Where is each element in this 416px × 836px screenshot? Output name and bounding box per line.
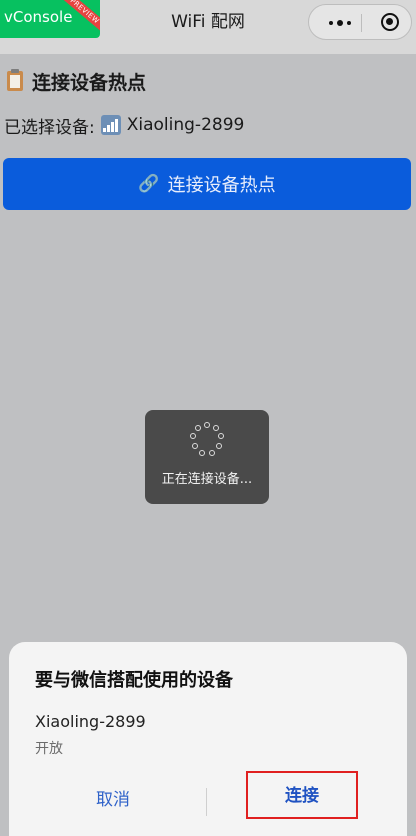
selected-device-name: Xiaoling-2899 <box>126 115 245 135</box>
loading-text: 正在连接设备... <box>161 472 253 487</box>
connect-hotspot-label: 连接设备热点 <box>167 175 276 196</box>
section-heading: 连接设备热点 <box>6 66 146 96</box>
selected-prefix: 已选择设备: <box>4 117 95 138</box>
device-connect-dialog: 要与微信搭配使用的设备 Xiaoling-2899 开放 取消 连接 <box>9 642 407 836</box>
dialog-security-type: 开放 <box>35 741 63 757</box>
miniprogram-capsule <box>308 4 412 40</box>
selected-device-row: 已选择设备: Xiaoling-2899 <box>4 112 244 138</box>
more-icon[interactable] <box>329 20 359 26</box>
close-icon[interactable] <box>381 13 399 31</box>
clipboard-icon <box>7 69 23 91</box>
connect-hotspot-button[interactable]: 🔗 连接设备热点 <box>3 158 411 210</box>
loading-toast: 正在连接设备... <box>145 410 269 504</box>
spinner-icon <box>189 422 225 458</box>
connect-button[interactable]: 连接 <box>246 771 358 819</box>
cancel-button[interactable]: 取消 <box>33 774 193 826</box>
capsule-divider <box>361 14 362 32</box>
dialog-divider <box>206 788 207 816</box>
dialog-device-name: Xiaoling-2899 <box>35 712 146 731</box>
dialog-title: 要与微信搭配使用的设备 <box>35 670 233 691</box>
navigation-bar: vConsole PREVIEW WiFi 配网 <box>0 0 416 54</box>
signal-icon <box>100 115 121 135</box>
section-title-text: 连接设备热点 <box>32 71 147 94</box>
link-icon: 🔗 <box>138 174 160 194</box>
